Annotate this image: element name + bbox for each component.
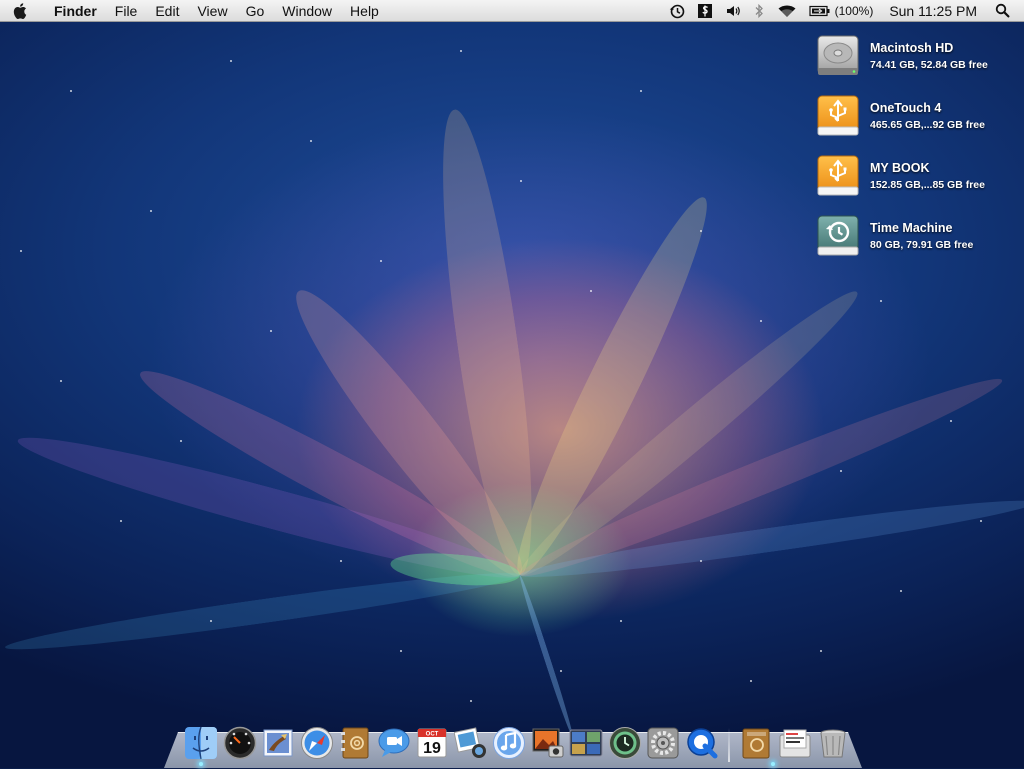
script-menu-icon [697,3,712,18]
running-indicator-finder [199,762,203,766]
hard-drive-icon [817,35,859,75]
time-machine-app-icon [608,727,641,759]
ical-icon: OCT 19 [417,728,447,758]
script-menu[interactable] [691,0,719,22]
spotlight-search-icon [995,3,1010,18]
photo-booth-icon [532,728,563,758]
battery-menu[interactable]: (100%) [803,0,880,22]
dock-applications-stack[interactable] [737,724,775,762]
trash-icon [820,729,846,758]
dock-separator [728,728,730,762]
applications-stack-icon [742,728,770,759]
apple-menu[interactable] [0,0,40,22]
dock-iphoto[interactable] [452,724,490,762]
volume-info: 74.41 GB, 52.84 GB free [870,59,988,71]
ichat-icon [378,728,409,757]
finder-icon [185,726,217,760]
dashboard-icon [223,726,256,760]
menu-go[interactable]: Go [237,0,274,22]
dock-trash[interactable] [814,724,852,762]
battery-percentage: (100%) [834,3,874,18]
documents-stack-icon [779,729,810,758]
dock-photo-booth[interactable] [529,724,567,762]
menu-bar: Finder File Edit View Go Window Help (10… [0,0,1024,22]
usb-drive-icon [817,155,859,196]
volume-name: OneTouch 4 [870,101,942,115]
volume-time-machine[interactable]: Time Machine 80 GB, 79.91 GB free [814,212,1019,272]
volume-name: Macintosh HD [870,41,954,55]
dock-address-book[interactable] [336,724,374,762]
volume-my-book[interactable]: MY BOOK 152.85 GB,...85 GB free [814,152,1019,212]
dock: OCT 19 [182,718,853,762]
system-preferences-icon [647,727,679,759]
time-machine-icon [669,4,684,18]
time-machine-drive-icon [817,215,859,256]
volume-icon [726,5,740,16]
ical-day: 19 [423,740,441,757]
apple-logo-icon [13,2,27,19]
bluetooth-menu[interactable] [747,0,771,22]
usb-drive-icon [817,95,859,136]
menu-view[interactable]: View [188,0,236,22]
spaces-icon [569,729,603,757]
wifi-menu[interactable] [771,0,803,22]
volume-menu[interactable] [719,0,747,22]
dock-finder[interactable] [182,724,220,762]
safari-icon [300,727,333,759]
menubar-clock[interactable]: Sun 11:25 PM [879,3,989,19]
dock-quicktime[interactable] [683,724,721,762]
time-machine-menu[interactable] [663,0,691,22]
dock-ichat[interactable] [375,724,413,762]
menu-file[interactable]: File [106,0,147,22]
menu-edit[interactable]: Edit [146,0,188,22]
address-book-icon [341,727,369,759]
dock-dashboard[interactable] [221,724,259,762]
aurora-ray [517,574,576,738]
dock-ical[interactable]: OCT 19 [413,724,451,762]
ical-month: OCT [426,732,439,738]
menu-window[interactable]: Window [273,0,341,22]
mail-icon [263,729,293,757]
volume-info: 152.85 GB,...85 GB free [870,179,985,191]
dock-time-machine[interactable] [606,724,644,762]
volume-name: Time Machine [870,221,953,235]
spotlight-menu[interactable] [989,0,1016,22]
running-indicator-documents [771,762,775,766]
menu-finder[interactable]: Finder [40,0,106,22]
battery-charging-icon [809,5,830,16]
volume-onetouch-4[interactable]: OneTouch 4 465.65 GB,...92 GB free [814,92,1019,152]
dock-safari[interactable] [298,724,336,762]
desktop-volumes: Macintosh HD 74.41 GB, 52.84 GB free One… [814,32,1019,272]
dock-mail[interactable] [259,724,297,762]
dock-documents-stack[interactable] [776,724,814,762]
volume-macintosh-hd[interactable]: Macintosh HD 74.41 GB, 52.84 GB free [814,32,1019,92]
itunes-icon [493,727,525,759]
volume-info: 465.65 GB,...92 GB free [870,119,985,131]
volume-info: 80 GB, 79.91 GB free [870,239,974,251]
volume-name: MY BOOK [870,161,930,175]
dock-system-preferences[interactable] [644,724,682,762]
iphoto-icon [453,727,486,758]
bluetooth-icon [755,3,763,18]
quicktime-icon [686,728,717,759]
dock-spaces[interactable] [567,724,605,762]
dock-itunes[interactable] [490,724,528,762]
wifi-icon [778,5,796,17]
menu-help[interactable]: Help [341,0,388,22]
